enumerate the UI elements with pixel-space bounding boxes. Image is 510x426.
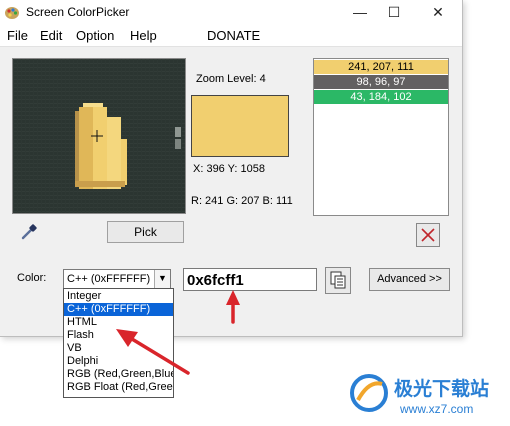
watermark-text: 极光下载站 bbox=[394, 378, 490, 400]
annotation-arrows bbox=[116, 290, 240, 375]
watermark-url: www.xz7.com bbox=[400, 402, 474, 416]
arrow-to-code-field bbox=[226, 290, 240, 324]
arrow-to-html-option bbox=[116, 329, 190, 375]
watermark-logo-icon bbox=[350, 374, 388, 412]
